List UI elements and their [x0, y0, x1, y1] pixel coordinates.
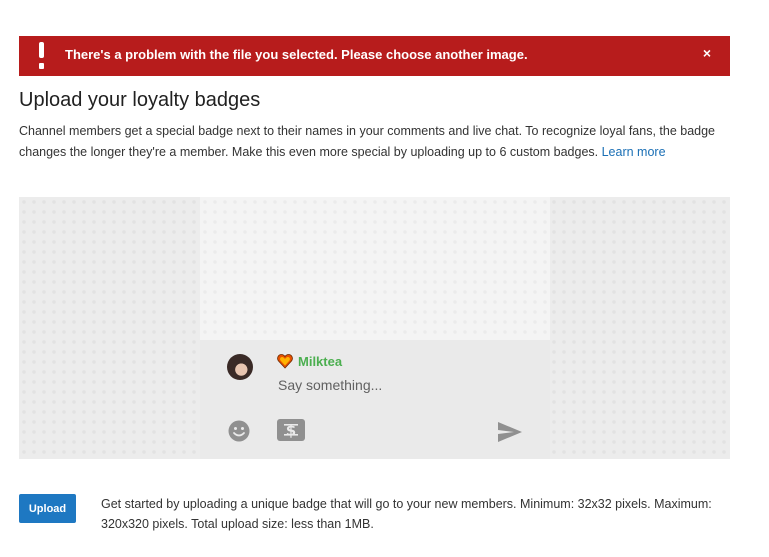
chat-preview-panel: Milktea Say something... $ [200, 197, 550, 459]
learn-more-link[interactable]: Learn more [602, 145, 666, 159]
page-title: Upload your loyalty badges [19, 89, 261, 111]
chat-input-area: Milktea Say something... $ [200, 340, 550, 459]
chat-username: Milktea [298, 354, 343, 369]
chat-input-placeholder[interactable]: Say something... [278, 377, 382, 393]
error-alert: There's a problem with the file you sele… [19, 36, 730, 76]
exclamation-icon [33, 42, 49, 70]
emoji-icon[interactable] [228, 420, 250, 442]
loyalty-badge-icon [277, 354, 293, 369]
badge-preview: Milktea Say something... $ [19, 197, 730, 459]
upload-button[interactable]: Upload [19, 494, 76, 523]
super-chat-money-icon[interactable]: $ [277, 419, 305, 441]
send-icon[interactable] [497, 421, 523, 443]
upload-help-text: Get started by uploading a unique badge … [101, 497, 712, 531]
page-description: Channel members get a special badge next… [19, 121, 739, 163]
error-message: There's a problem with the file you sele… [65, 47, 528, 62]
avatar [227, 354, 253, 380]
close-icon[interactable]: × [703, 45, 711, 61]
